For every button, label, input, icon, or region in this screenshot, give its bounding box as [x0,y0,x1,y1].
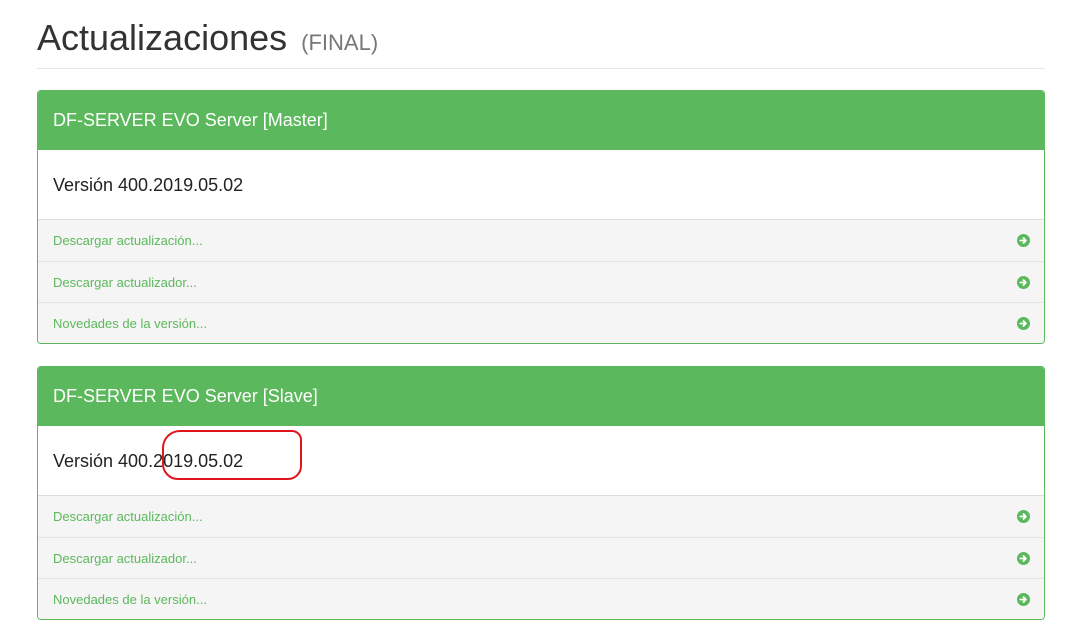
page-title: Actualizaciones (FINAL) [37,18,378,63]
page-subtitle: (FINAL) [301,30,379,55]
arrow-circle-right-icon [1017,593,1030,606]
link-label: Novedades de la versión... [53,592,207,607]
annotation-highlight-ring [162,430,302,480]
download-update-link[interactable]: Descargar actualización... [38,496,1044,537]
arrow-circle-right-icon [1017,276,1030,289]
page-header: Actualizaciones (FINAL) [37,14,1045,69]
link-label: Novedades de la versión... [53,316,207,331]
download-updater-link[interactable]: Descargar actualizador... [38,537,1044,578]
arrow-circle-right-icon [1017,510,1030,523]
page-title-text: Actualizaciones [37,17,288,58]
link-label: Descargar actualización... [53,509,203,524]
link-list: Descargar actualización... Descargar act… [38,496,1044,619]
release-notes-link[interactable]: Novedades de la versión... [38,578,1044,619]
download-update-link[interactable]: Descargar actualización... [38,220,1044,261]
link-label: Descargar actualizador... [53,275,197,290]
download-updater-link[interactable]: Descargar actualizador... [38,261,1044,302]
release-notes-link[interactable]: Novedades de la versión... [38,302,1044,343]
arrow-circle-right-icon [1017,234,1030,247]
link-label: Descargar actualizador... [53,551,197,566]
version-text: Versión 400.2019.05.02 [38,150,1044,220]
panel-slave: DF-SERVER EVO Server [Slave] Versión 400… [37,366,1045,620]
panel-heading: DF-SERVER EVO Server [Master] [38,91,1044,150]
link-label: Descargar actualización... [53,233,203,248]
panel-master: DF-SERVER EVO Server [Master] Versión 40… [37,90,1045,344]
link-list: Descargar actualización... Descargar act… [38,220,1044,343]
panel-heading: DF-SERVER EVO Server [Slave] [38,367,1044,426]
arrow-circle-right-icon [1017,317,1030,330]
arrow-circle-right-icon [1017,552,1030,565]
